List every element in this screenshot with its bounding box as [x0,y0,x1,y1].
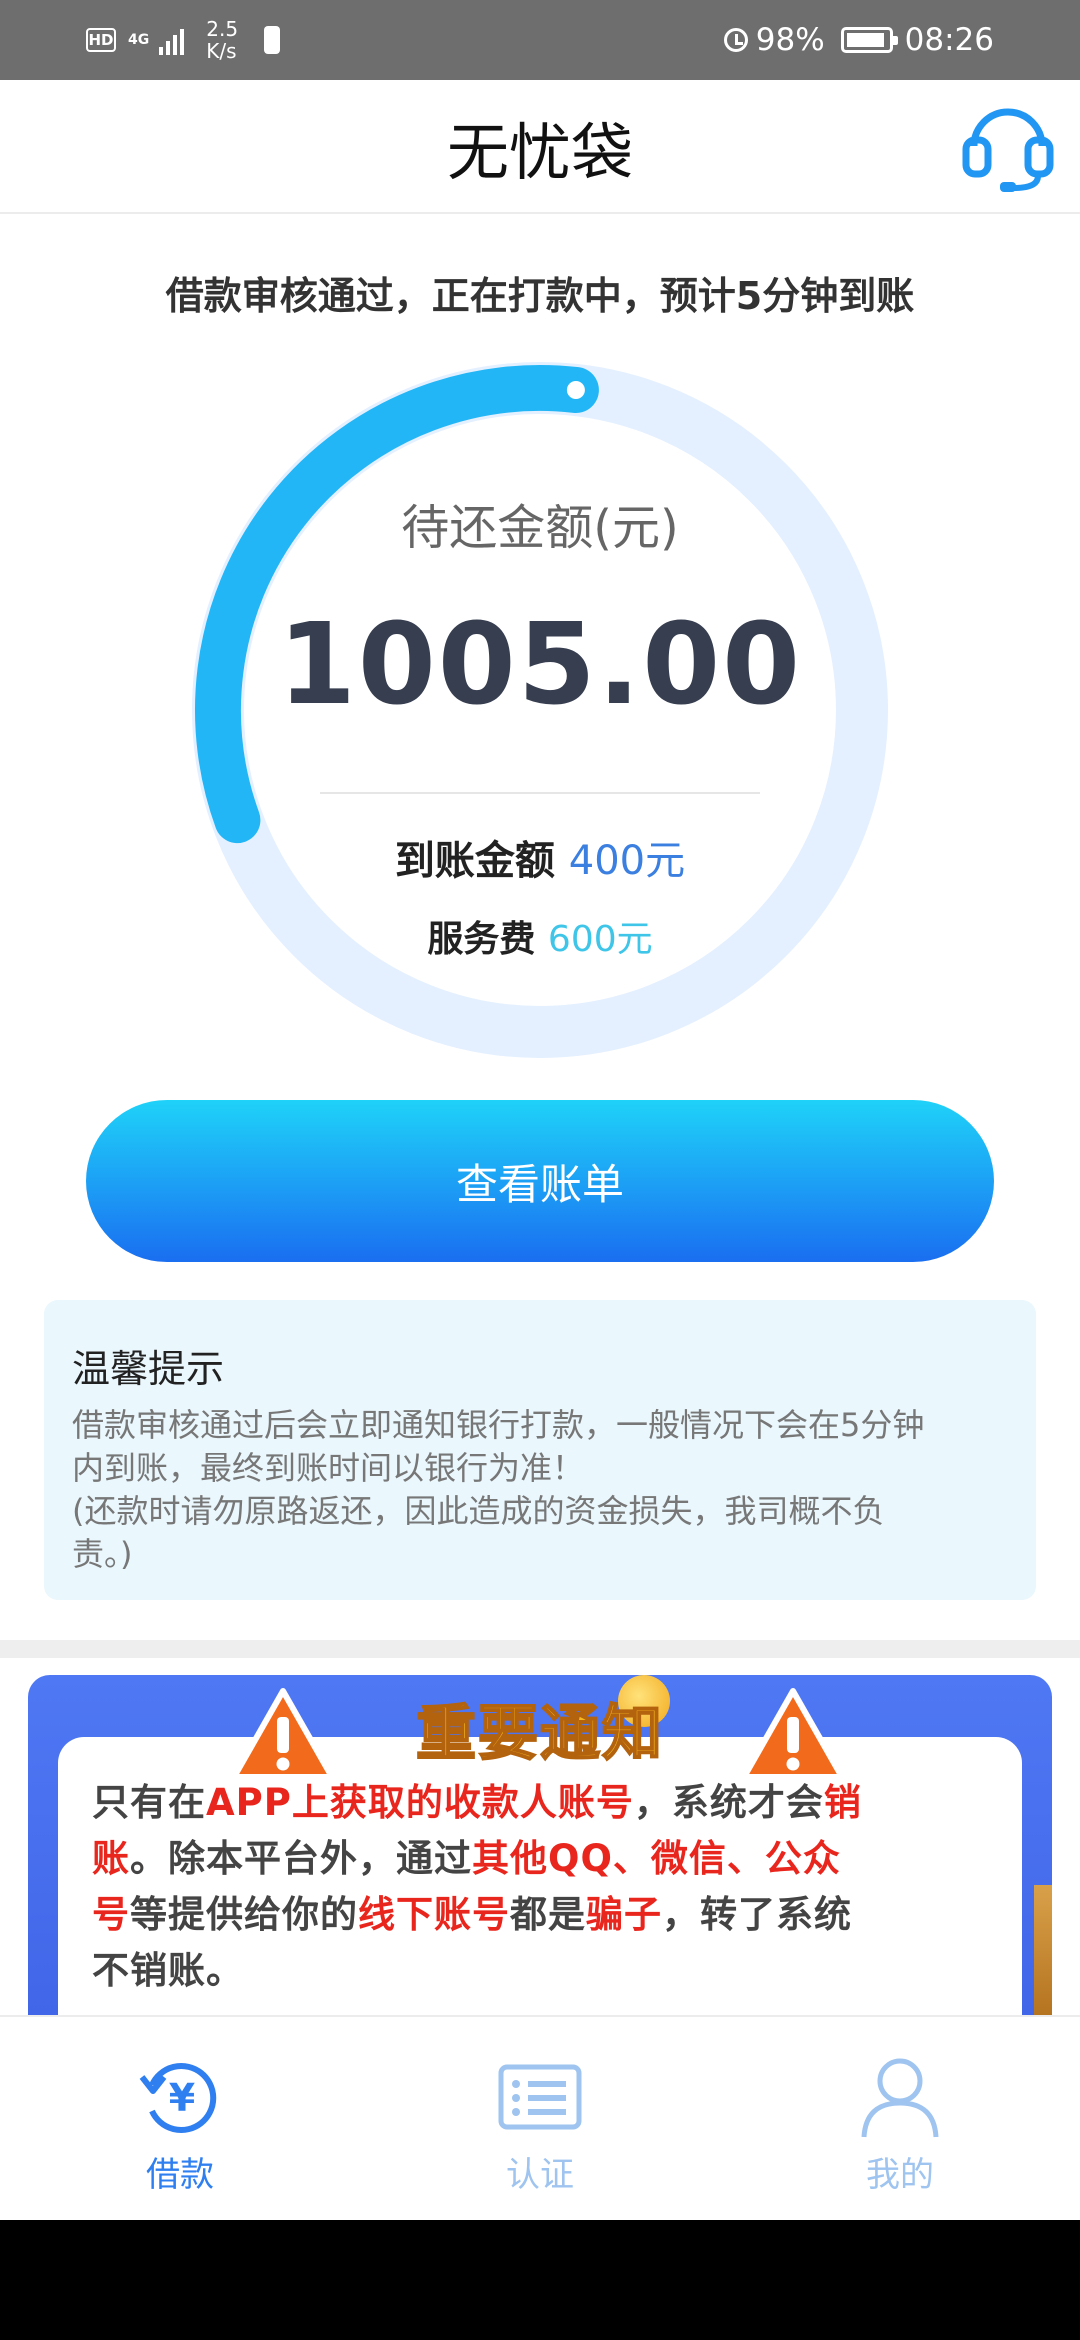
notice-text: 只有在APP上获取的收款人账号，系统才会销 账。除本平台外，通过其他QQ、微信、… [92,1775,992,1999]
tips-line: 借款审核通过后会立即通知银行打款，一般情况下会在5分钟 [72,1406,925,1444]
svg-text:¥: ¥ [169,2076,195,2120]
notice-highlight: APP上获取的收款人账号 [206,1781,634,1824]
arrival-amount-label: 到账金额 [394,838,555,884]
tab-label: 我的 [866,2155,934,2195]
arrival-amount-value: 400元 [568,838,686,884]
signal-icon [159,25,185,55]
status-left: HD 4G 2.5 K/s [86,0,281,80]
due-amount-value: 1005.00 [277,600,803,730]
notice-fragment: 只有在 [92,1781,206,1824]
sim-icon [264,26,281,54]
notice-highlight: 账 [92,1837,130,1880]
notice-line: 只有在APP上获取的收款人账号，系统才会销 [92,1775,992,1831]
status-right: 98% 08:26 [723,0,994,80]
notice-fragment: 。除本平台外，通过 [130,1837,472,1880]
app-header: 无忧袋 [0,80,1080,214]
notice-highlight: 销 [823,1781,862,1824]
tab-verify[interactable]: 认证 [440,2017,640,2222]
service-fee-value: 600元 [547,919,653,960]
tips-line: 责。) [72,1535,133,1573]
tab-label: 认证 [506,2155,574,2195]
view-bill-button[interactable]: 查看账单 [86,1100,994,1262]
notice-title: 重要通知 [415,1698,664,1770]
battery-percent: 98% [755,22,825,58]
network-type: 4G [128,32,150,48]
tab-label: 借款 [146,2155,214,2195]
divider [320,792,760,794]
tips-line: 内到账，最终到账时间以银行为准！ [72,1449,585,1487]
tips-panel: 温馨提示 借款审核通过后会立即通知银行打款，一般情况下会在5分钟 内到账，最终到… [44,1300,1036,1600]
network-speed: 2.5 K/s [206,18,238,62]
tab-mine[interactable]: 我的 [800,2017,1000,2222]
notice-banner[interactable]: 重要通知 只有在APP上获取的收款人账号，系统才会销 账。除本平台外，通过其他Q… [28,1675,1052,2015]
due-amount-label: 待还金额(元) [401,500,679,556]
loan-status-message: 借款审核通过，正在打款中，预计5分钟到账 [165,274,915,318]
tips-line: (还款时请勿原路返还，因此造成的资金损失，我司概不负 [72,1492,885,1530]
section-divider [0,1640,1080,1658]
notice-highlight: 其他QQ、微信、公众 [472,1837,841,1880]
service-fee-label: 服务费 [427,919,536,960]
bottom-tab-bar: ¥ 借款 认证 我的 [0,2015,1080,2222]
tab-loan[interactable]: ¥ 借款 [80,2017,280,2222]
hd-badge: HD [86,28,116,52]
service-fee-row: 服务费 600元 [0,910,1080,962]
speed-value: 2.5 [206,17,239,41]
user-icon [861,2058,939,2138]
notice-highlight: 骗子 [586,1893,662,1936]
alarm-icon [723,28,748,52]
status-bar: HD 4G 2.5 K/s 98% 08:26 [0,0,1080,80]
battery-icon [840,27,898,53]
notice-line: 账。除本平台外，通过其他QQ、微信、公众 [92,1831,992,1887]
notice-line: 不销账。 [92,1949,244,1992]
notice-fragment: ，转了系统 [662,1893,852,1936]
speed-unit: K/s [206,39,237,63]
page-title: 无忧袋 [446,116,633,189]
yen-cycle-icon: ¥ [139,2063,217,2133]
clock: 08:26 [904,22,994,58]
notice-fragment: ，系统才会 [633,1781,824,1824]
tips-title: 温馨提示 [72,1347,225,1391]
system-navigation-bar [0,2220,1080,2340]
notice-fragment: 等提供给你的 [130,1893,358,1936]
tips-body: 借款审核通过后会立即通知银行打款，一般情况下会在5分钟 内到账，最终到账时间以银… [72,1404,1062,1576]
notice-highlight: 线下账号 [358,1893,510,1936]
headset-icon[interactable] [962,96,1054,196]
coin-stack-decoration [1034,1885,1052,2015]
notice-fragment: 都是 [510,1893,586,1936]
list-card-icon [498,2064,582,2130]
notice-line: 号等提供给你的线下账号都是骗子，转了系统 [92,1887,992,1943]
notice-highlight: 号 [92,1893,130,1936]
progress-knob [566,381,585,399]
arrival-amount-row: 到账金额 400元 [0,828,1080,886]
